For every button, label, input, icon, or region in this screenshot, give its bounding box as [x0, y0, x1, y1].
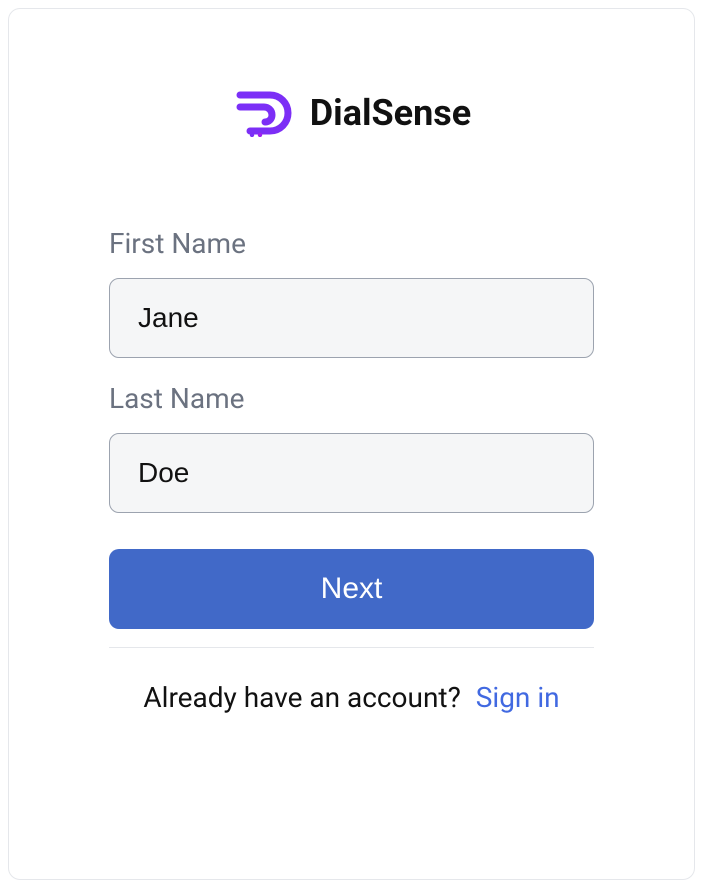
brand-name: DialSense [310, 92, 471, 134]
first-name-group: First Name [109, 227, 594, 358]
brand-logo-icon [232, 89, 292, 137]
first-name-input[interactable] [109, 278, 594, 358]
footer-prompt: Already have an account? [143, 681, 460, 714]
first-name-label: First Name [109, 227, 594, 260]
signup-card: DialSense First Name Last Name Next Alre… [8, 8, 695, 880]
sign-in-link[interactable]: Sign in [476, 681, 560, 714]
brand-header: DialSense [109, 89, 594, 137]
last-name-label: Last Name [109, 382, 594, 415]
last-name-input[interactable] [109, 433, 594, 513]
last-name-group: Last Name [109, 382, 594, 513]
next-button[interactable]: Next [109, 549, 594, 629]
divider [109, 647, 594, 648]
footer-text: Already have an account? Sign in [109, 676, 594, 721]
